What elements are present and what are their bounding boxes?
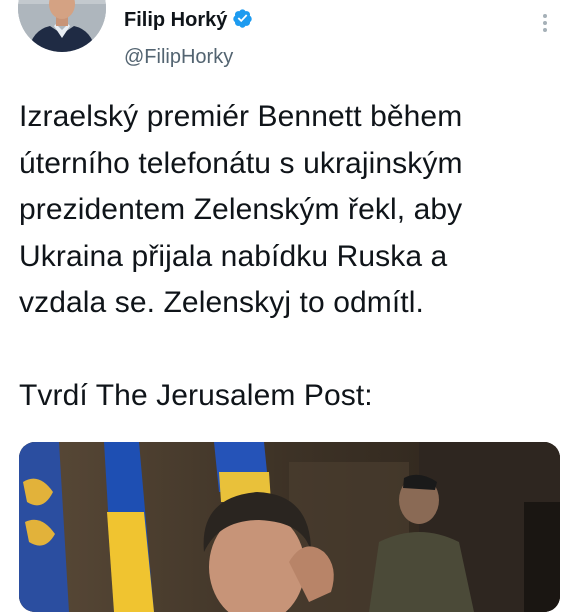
verified-badge-icon <box>232 8 253 35</box>
tweet-photo[interactable] <box>19 442 560 612</box>
author-name[interactable]: Filip Horký <box>124 8 253 35</box>
more-options-icon[interactable] <box>538 12 552 34</box>
author-name-text: Filip Horký <box>124 9 228 31</box>
author-handle[interactable]: @FilipHorky <box>124 46 233 69</box>
author-avatar[interactable] <box>18 0 106 52</box>
tweet: Filip Horký @FilipHorky Izraelský premié… <box>0 0 578 612</box>
tweet-text: Izraelský premiér Bennett během úterního… <box>19 100 463 412</box>
